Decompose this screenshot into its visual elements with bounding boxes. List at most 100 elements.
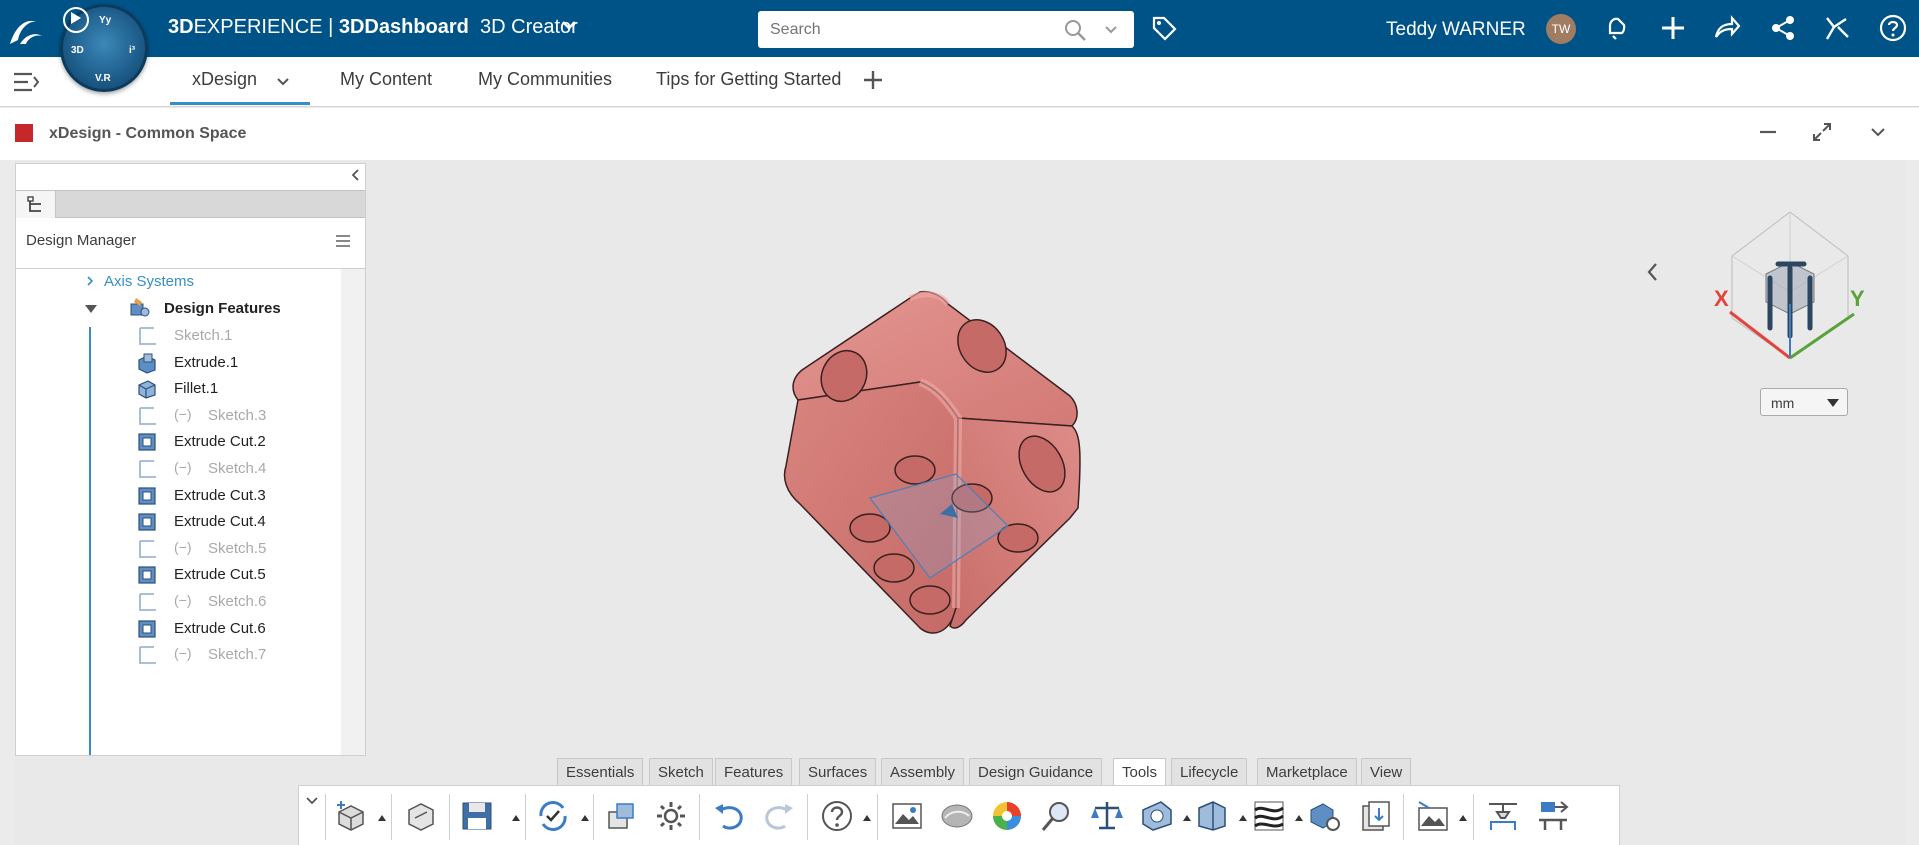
tree-node-sketch-3[interactable]: (−) Sketch.3	[136, 403, 336, 429]
triangle-down-icon[interactable]	[84, 302, 98, 316]
interference-check-icon[interactable]	[1307, 798, 1343, 834]
open-part-icon[interactable]	[403, 798, 439, 834]
die-model[interactable]	[760, 278, 1100, 638]
action-tab-design-guidance[interactable]: Design Guidance	[969, 758, 1103, 785]
action-tab-surfaces[interactable]: Surfaces	[799, 758, 877, 785]
tree-node-axis-systems[interactable]: Axis Systems	[84, 269, 324, 295]
render-image-icon[interactable]	[889, 798, 925, 834]
compass-top-label: Yy	[99, 15, 112, 26]
tree-node-extrude-cut-4[interactable]: Extrude Cut.4	[136, 509, 336, 535]
play-icon[interactable]	[63, 7, 89, 33]
export-icon[interactable]	[1357, 798, 1393, 834]
tree-node-sketch-7[interactable]: (−) Sketch.7	[136, 642, 336, 668]
search-input[interactable]	[768, 11, 1058, 48]
update-icon[interactable]	[535, 798, 571, 834]
chevron-down-icon[interactable]	[1104, 23, 1118, 37]
settings-icon[interactable]	[653, 798, 689, 834]
zebra-stripes-icon[interactable]	[1251, 798, 1287, 834]
dropdown-caret-icon[interactable]	[378, 815, 386, 821]
search-icon[interactable]	[1063, 18, 1087, 42]
tree-node-sketch-5[interactable]: (−) Sketch.5	[136, 536, 336, 562]
action-tab-marketplace[interactable]: Marketplace	[1257, 758, 1357, 785]
manufacturing-icon[interactable]	[1535, 798, 1571, 834]
dropdown-caret-icon[interactable]	[581, 815, 589, 821]
chevron-left-icon[interactable]	[1645, 262, 1661, 282]
dropdown-caret-icon[interactable]	[1459, 815, 1467, 821]
collapse-panel-icon[interactable]	[349, 168, 363, 182]
tree-node-extrude-cut-2[interactable]: Extrude Cut.2	[136, 429, 336, 455]
tree-node-sketch-1[interactable]: Sketch.1	[136, 323, 336, 349]
maximize-icon[interactable]	[1810, 120, 1834, 144]
network-icon[interactable]	[1768, 13, 1798, 43]
dropdown-caret-icon[interactable]	[1295, 815, 1303, 821]
x-axis-label: X	[1714, 286, 1729, 311]
toolbar-separator	[525, 794, 526, 840]
action-tab-features[interactable]: Features	[715, 758, 793, 785]
tree-node-extrude-cut-5[interactable]: Extrude Cut.5	[136, 562, 336, 588]
dropdown-caret-icon[interactable]	[512, 815, 520, 821]
action-tab-lifecycle[interactable]: Lifecycle	[1171, 758, 1248, 785]
chevron-down-icon[interactable]	[305, 794, 319, 808]
dropdown-caret-icon[interactable]	[863, 815, 871, 821]
chevron-down-icon[interactable]	[560, 16, 578, 34]
tree-node-extrude-cut-6[interactable]: Extrude Cut.6	[136, 616, 336, 642]
chevron-right-icon[interactable]	[84, 275, 96, 287]
dropdown-caret-icon[interactable]	[1239, 815, 1247, 821]
appearance-color-icon[interactable]	[989, 798, 1025, 834]
tree-node-sketch-6[interactable]: (−) Sketch.6	[136, 589, 336, 615]
replace-icon[interactable]	[603, 798, 639, 834]
tab-tips[interactable]: Tips for Getting Started	[656, 69, 841, 90]
compass-apps-icon[interactable]	[1822, 13, 1852, 43]
help-icon[interactable]	[819, 798, 855, 834]
save-icon[interactable]	[459, 798, 495, 834]
tree-label: Sketch.4	[208, 460, 267, 477]
action-tab-assembly[interactable]: Assembly	[881, 758, 965, 785]
action-tab-sketch[interactable]: Sketch	[649, 758, 713, 785]
chevron-down-icon[interactable]	[1866, 120, 1890, 144]
add-tab-icon[interactable]	[862, 69, 884, 91]
tree-scrollbar[interactable]	[341, 269, 365, 755]
dropdown-caret-icon[interactable]	[1183, 815, 1191, 821]
help-icon[interactable]	[1878, 13, 1908, 43]
redo-icon[interactable]	[761, 798, 797, 834]
side-menu-icon[interactable]	[12, 71, 40, 93]
mass-properties-icon[interactable]	[1089, 798, 1125, 834]
tab-my-content[interactable]: My Content	[340, 69, 432, 90]
tag-icon[interactable]	[1150, 14, 1178, 42]
action-tab-essentials[interactable]: Essentials	[557, 758, 644, 785]
add-icon[interactable]	[1658, 13, 1688, 43]
compass-left-label: 3D	[71, 45, 84, 56]
share-icon[interactable]	[1712, 13, 1742, 43]
tab-my-communities[interactable]: My Communities	[478, 69, 612, 90]
notification-icon[interactable]	[1602, 13, 1632, 43]
new-design-icon[interactable]	[333, 798, 369, 834]
tree-node-extrude-1[interactable]: Extrude.1	[136, 350, 336, 376]
tree-tab[interactable]	[16, 191, 56, 218]
dassault-logo-icon[interactable]	[6, 14, 46, 48]
section-view-icon[interactable]	[1139, 798, 1175, 834]
tree-label: Design Features	[164, 300, 281, 317]
tab-xdesign[interactable]: xDesign	[192, 69, 257, 90]
minimize-icon[interactable]	[1756, 120, 1780, 144]
capture-image-icon[interactable]	[1415, 798, 1451, 834]
tree-node-extrude-cut-3[interactable]: Extrude Cut.3	[136, 483, 336, 509]
draft-analysis-icon[interactable]	[1195, 798, 1231, 834]
avatar[interactable]: TW	[1546, 14, 1576, 44]
3d-compass[interactable]: Yy 3D i³ V.R	[60, 4, 148, 92]
tree-node-fillet-1[interactable]: Fillet.1	[136, 376, 336, 402]
view-navigation-cube[interactable]: X Y	[1700, 208, 1876, 368]
user-name[interactable]: Teddy WARNER	[1386, 19, 1526, 41]
undo-icon[interactable]	[711, 798, 747, 834]
tree-node-design-features[interactable]: Design Features	[84, 296, 334, 322]
3d-print-icon[interactable]	[1485, 798, 1521, 834]
action-tab-view[interactable]: View	[1361, 758, 1412, 785]
panel-tab-strip	[16, 190, 365, 218]
material-icon[interactable]	[939, 798, 975, 834]
absorbed-sketch-icon: (−)	[174, 645, 192, 662]
chevron-down-icon[interactable]	[276, 75, 290, 89]
measure-icon[interactable]	[1039, 798, 1075, 834]
tree-node-sketch-4[interactable]: (−) Sketch.4	[136, 456, 336, 482]
unit-select[interactable]: mm	[1760, 388, 1848, 416]
action-tab-tools[interactable]: Tools	[1113, 758, 1167, 785]
hamburger-menu-icon[interactable]	[334, 232, 352, 250]
